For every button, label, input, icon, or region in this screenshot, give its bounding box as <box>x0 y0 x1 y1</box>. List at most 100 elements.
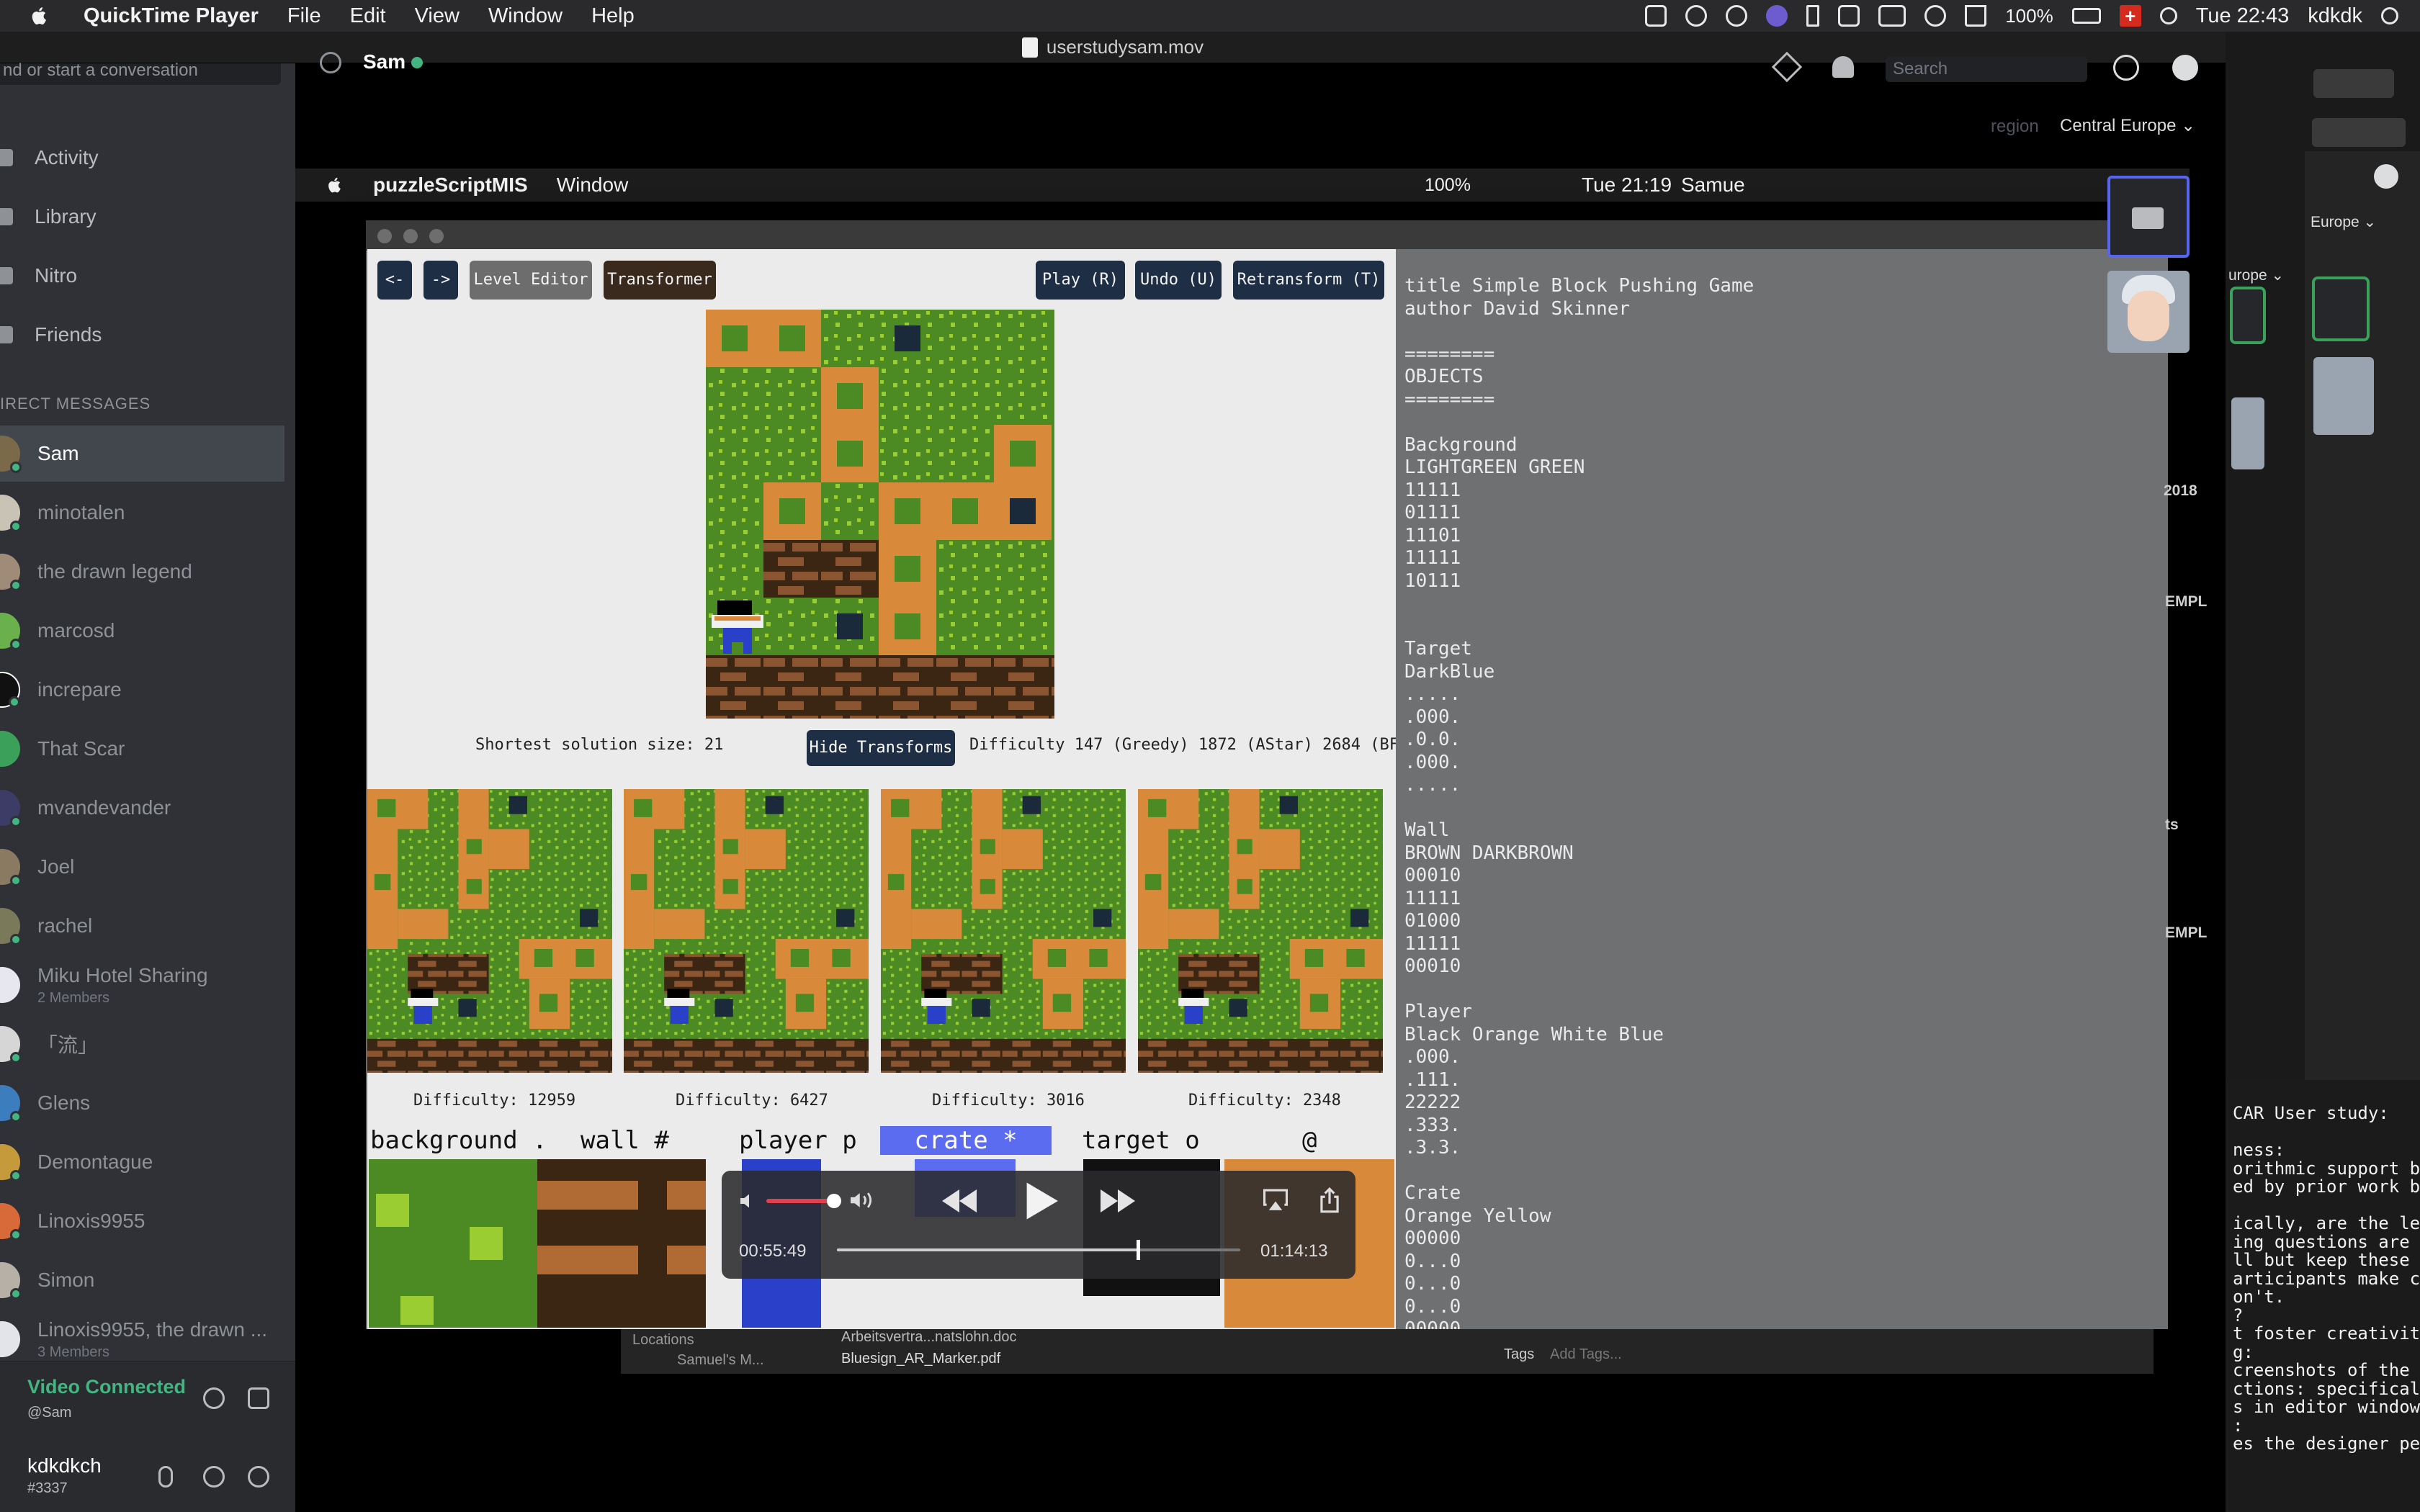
retransform-button[interactable]: Retransform (T) <box>1233 261 1384 300</box>
window-icon[interactable] <box>1645 5 1667 27</box>
zoom-window-icon[interactable] <box>429 229 444 243</box>
dm-item[interactable]: That Scar <box>0 721 284 777</box>
legend-background[interactable]: background . <box>370 1126 547 1155</box>
dm-item[interactable]: increpare <box>0 662 284 718</box>
close-window-icon[interactable] <box>377 229 392 243</box>
menu-edit[interactable]: Edit <box>350 4 386 28</box>
play-button[interactable]: Play (R) <box>1036 261 1125 300</box>
clock[interactable]: Tue 22:43 <box>2196 4 2290 28</box>
menu-help[interactable]: Help <box>591 4 635 28</box>
remote-participant-avatar[interactable] <box>2107 271 2190 353</box>
bluetooth-icon[interactable] <box>1806 5 1820 27</box>
volume-high-icon[interactable] <box>848 1188 877 1212</box>
user-menu[interactable]: kdkdk <box>2308 4 2362 28</box>
info-icon[interactable] <box>203 1387 225 1409</box>
undo-button[interactable]: Undo (U) <box>1135 261 1222 300</box>
app-menu[interactable]: QuickTime Player <box>84 4 259 28</box>
siri-icon[interactable] <box>1766 5 1788 27</box>
variant-level-3[interactable] <box>881 789 1126 1073</box>
airplay-icon[interactable] <box>1262 1188 1289 1212</box>
dm-item[interactable]: minotalen <box>0 485 284 541</box>
nav-library[interactable]: Library <box>0 192 97 242</box>
search-icon[interactable] <box>2159 7 2177 24</box>
total-time: 01:14:13 <box>1260 1241 1328 1261</box>
variant-level-4[interactable] <box>1138 789 1383 1073</box>
control-center-icon[interactable] <box>2381 7 2398 24</box>
movie-file-icon <box>1021 37 1038 58</box>
eject-icon[interactable] <box>1965 5 1987 27</box>
voice-connected-label[interactable]: Video Connected <box>27 1376 186 1398</box>
volume-low-icon[interactable] <box>738 1189 761 1212</box>
terminal-line: ll but keep these v <box>2233 1250 2420 1270</box>
time-machine-icon[interactable] <box>1726 5 1748 27</box>
dm-item[interactable]: Linoxis9955, the drawn ... 3 Members <box>0 1311 284 1367</box>
puzzlescript-titlebar <box>366 220 2168 251</box>
mentions-icon[interactable] <box>2113 55 2139 81</box>
discord-search-input[interactable]: Search <box>1886 56 2087 82</box>
play-icon[interactable] <box>1023 1181 1060 1221</box>
dm-item[interactable]: Miku Hotel Sharing 2 Members <box>0 957 284 1013</box>
variant-level-2[interactable] <box>624 789 869 1073</box>
legend-wall[interactable]: wall # <box>581 1126 669 1155</box>
wifi-icon[interactable] <box>1924 5 1947 27</box>
dm-item[interactable]: mvandevander <box>0 780 284 836</box>
dm-item[interactable]: marcosd <box>0 603 284 659</box>
menu-file[interactable]: File <box>287 4 321 28</box>
fast-forward-icon[interactable] <box>1098 1187 1138 1215</box>
cloud-icon[interactable] <box>1685 5 1708 27</box>
find-conversation-input[interactable]: nd or start a conversation <box>0 62 281 85</box>
minimize-window-icon[interactable] <box>403 229 418 243</box>
legend-player[interactable]: player p <box>739 1126 857 1155</box>
help-icon[interactable] <box>2172 55 2198 81</box>
dm-item[interactable]: 「流」 <box>0 1016 284 1072</box>
forward-button[interactable]: -> <box>424 261 458 300</box>
swiss-flag-icon[interactable]: + <box>2119 5 2141 27</box>
dm-item[interactable]: Joel <box>0 839 284 895</box>
background-search-field <box>2313 69 2394 98</box>
keyboard-icon[interactable] <box>1878 5 1906 27</box>
microphone-icon[interactable] <box>158 1466 173 1488</box>
terminal-window[interactable]: CAR User study: ness: orithmic support be… <box>2226 1080 2420 1512</box>
nav-activity[interactable]: Activity <box>0 132 99 183</box>
legend-crate[interactable]: crate * <box>880 1126 1052 1155</box>
headphones-icon[interactable] <box>203 1466 225 1488</box>
disconnect-call-icon[interactable] <box>248 1387 269 1409</box>
battery-icon[interactable] <box>2071 8 2101 24</box>
hide-transforms-button[interactable]: Hide Transforms <box>807 730 955 766</box>
playhead[interactable] <box>1137 1240 1140 1260</box>
share-icon[interactable] <box>1318 1187 1341 1214</box>
dm-item[interactable]: Sam <box>0 426 284 482</box>
side-label: ts <box>2165 816 2179 833</box>
dm-name: rachel <box>37 914 93 937</box>
nav-nitro[interactable]: Nitro <box>0 251 77 301</box>
airplay-icon[interactable] <box>1838 5 1860 27</box>
dm-item[interactable]: Glens <box>0 1075 284 1131</box>
user-tag: #3337 <box>27 1480 68 1496</box>
dm-item[interactable]: Demontague <box>0 1134 284 1190</box>
level-editor-button[interactable]: Level Editor <box>470 261 592 300</box>
main-level-view[interactable] <box>706 310 1054 719</box>
dm-item[interactable]: the drawn legend <box>0 544 284 600</box>
add-friend-icon[interactable] <box>1832 56 1854 78</box>
legend-at[interactable]: @ <box>1302 1126 1317 1155</box>
volume-slider[interactable] <box>766 1199 833 1203</box>
source-code-editor[interactable]: title Simple Block Pushing Game author D… <box>1396 249 2168 1329</box>
nav-friends[interactable]: Friends <box>0 310 102 360</box>
dm-name-text: Miku Hotel Sharing <box>37 963 208 986</box>
variant-level-1[interactable] <box>367 789 612 1073</box>
local-video-tile[interactable] <box>2107 176 2190 258</box>
rewind-icon[interactable] <box>939 1187 980 1215</box>
transformer-button[interactable]: Transformer <box>604 261 716 300</box>
menu-window[interactable]: Window <box>488 4 563 28</box>
dm-item[interactable]: Linoxis9955 <box>0 1193 284 1249</box>
dm-item[interactable]: rachel <box>0 898 284 954</box>
dm-name: Joel <box>37 855 75 878</box>
dm-item[interactable]: Simon <box>0 1252 284 1308</box>
apple-icon[interactable] <box>29 5 50 27</box>
region-dropdown[interactable]: Central Europe ⌄ <box>2060 115 2195 136</box>
legend-target[interactable]: target o <box>1082 1126 1200 1155</box>
volume-knob[interactable] <box>827 1194 841 1208</box>
menu-view[interactable]: View <box>415 4 460 28</box>
settings-gear-icon[interactable] <box>248 1466 269 1488</box>
back-button[interactable]: <- <box>377 261 412 300</box>
